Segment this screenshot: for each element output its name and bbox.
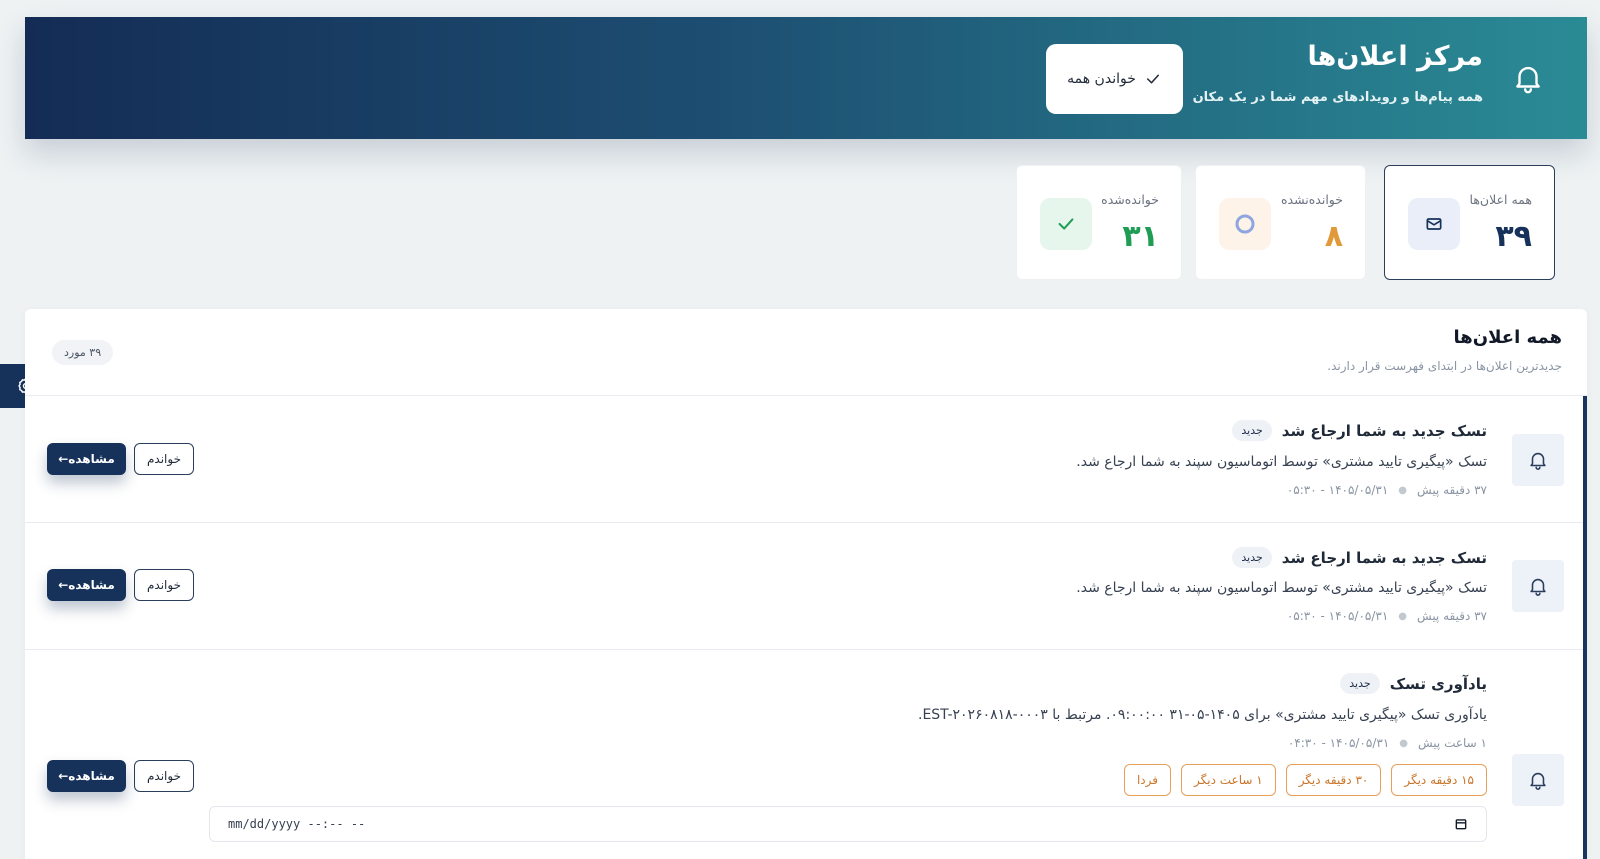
envelope-icon — [1426, 218, 1442, 230]
notification-body: یادآوری تسک «پیگیری تایید مشتری» برای ۱۴… — [918, 707, 1487, 723]
new-badge: جدید — [1340, 673, 1380, 694]
page-subtitle: همه پیام‌ها و رویدادهای مهم شما در یک مک… — [1192, 90, 1483, 105]
notification-body: تسک «پیگیری تایید مشتری» توسط اتوماسیون … — [1076, 580, 1487, 596]
mark-all-read-label: خواندن همه — [1067, 71, 1136, 87]
view-button[interactable]: مشاهده← — [47, 443, 126, 475]
notification-icon-box — [1512, 434, 1564, 486]
mark-read-button[interactable]: خواندم — [134, 569, 194, 601]
new-badge: جدید — [1232, 547, 1272, 568]
notification-title: تسک جدید به شما ارجاع شد — [1281, 421, 1487, 440]
check-icon — [1058, 218, 1074, 230]
notification-datetime: ۱۴۰۵/۰۵/۳۱ - ۰۵:۳۰ — [1286, 609, 1389, 623]
stat-card-all[interactable]: همه اعلان‌ها ۳۹ — [1384, 165, 1555, 280]
snooze-1hour-button[interactable]: ۱ ساعت دیگر — [1181, 764, 1276, 796]
stat-icon-box — [1040, 198, 1092, 250]
meta-separator: ● — [1398, 610, 1408, 622]
view-button[interactable]: مشاهده← — [47, 760, 126, 792]
snooze-tomorrow-button[interactable]: فردا — [1123, 764, 1172, 796]
meta-separator: ● — [1398, 484, 1408, 496]
stat-label: خوانده‌شده — [1101, 192, 1159, 207]
notification-title-row: تسک جدید به شما ارجاع شد جدید — [1232, 547, 1487, 568]
stat-label: خوانده‌نشده — [1281, 192, 1343, 207]
page-title: مرکز اعلان‌ها — [1307, 41, 1483, 72]
mark-read-button[interactable]: خواندم — [134, 443, 194, 475]
notification-meta: ۳۷ دقیقه پیش ● ۱۴۰۵/۰۵/۳۱ - ۰۵:۳۰ — [1287, 609, 1487, 623]
calendar-icon[interactable] — [1454, 817, 1468, 831]
notification-meta: ۱ ساعت پیش ● ۱۴۰۵/۰۵/۳۱ - ۰۴:۳۰ — [1288, 736, 1487, 750]
bell-icon — [1530, 452, 1546, 470]
notifications-panel: همه اعلان‌ها جدیدترین اعلان‌ها در ابتدای… — [25, 309, 1587, 859]
notification-icon-box — [1512, 754, 1564, 806]
snooze-30min-button[interactable]: ۳۰ دقیقه دیگر — [1285, 764, 1382, 796]
bell-icon — [1530, 772, 1546, 790]
stat-value: ۳۱ — [1122, 219, 1159, 254]
notification-list: تسک جدید به شما ارجاع شد جدید تسک «پیگیر… — [25, 395, 1587, 859]
circle-icon — [1235, 214, 1255, 234]
notification-title: یادآوری تسک — [1389, 674, 1487, 693]
check-icon — [1146, 74, 1159, 84]
notification-title-row: یادآوری تسک جدید — [1340, 673, 1487, 694]
notification-title-row: تسک جدید به شما ارجاع شد جدید — [1232, 420, 1487, 441]
snooze-options: ۱۵ دقیقه دیگر ۳۰ دقیقه دیگر ۱ ساعت دیگر … — [1123, 764, 1487, 796]
stat-icon-box — [1408, 198, 1460, 250]
stat-icon-box — [1219, 198, 1271, 250]
notification-title: تسک جدید به شما ارجاع شد — [1281, 548, 1487, 567]
mark-read-button[interactable]: خواندم — [134, 760, 194, 792]
notification-ago: ۳۷ دقیقه پیش — [1417, 609, 1487, 623]
new-badge: جدید — [1232, 420, 1272, 441]
bell-icon — [1516, 66, 1540, 94]
view-button[interactable]: مشاهده← — [47, 569, 126, 601]
notification-item[interactable]: تسک جدید به شما ارجاع شد جدید تسک «پیگیر… — [25, 396, 1583, 523]
stat-card-unread[interactable]: خوانده‌نشده ۸ — [1195, 165, 1366, 280]
datetime-placeholder: mm/dd/yyyy --:-- -- — [228, 817, 366, 831]
notification-ago: ۱ ساعت پیش — [1418, 736, 1487, 750]
bell-icon — [1530, 578, 1546, 596]
panel-subtitle: جدیدترین اعلان‌ها در ابتدای فهرست قرار د… — [1327, 359, 1562, 373]
count-badge: ۳۹ مورد — [52, 340, 114, 365]
snooze-15min-button[interactable]: ۱۵ دقیقه دیگر — [1391, 764, 1487, 796]
stat-value: ۸ — [1324, 219, 1343, 254]
notification-body: تسک «پیگیری تایید مشتری» توسط اتوماسیون … — [1076, 454, 1487, 470]
header-banner: مرکز اعلان‌ها همه پیام‌ها و رویدادهای مه… — [25, 17, 1587, 139]
stat-value: ۳۹ — [1495, 219, 1532, 254]
notification-ago: ۳۷ دقیقه پیش — [1417, 483, 1487, 497]
notification-item[interactable]: تسک جدید به شما ارجاع شد جدید تسک «پیگیر… — [25, 523, 1583, 650]
mark-all-read-button[interactable]: خواندن همه — [1046, 44, 1183, 114]
panel-title: همه اعلان‌ها — [1453, 327, 1562, 348]
stat-label: همه اعلان‌ها — [1469, 192, 1532, 207]
notification-datetime: ۱۴۰۵/۰۵/۳۱ - ۰۴:۳۰ — [1287, 736, 1390, 750]
stat-card-read[interactable]: خوانده‌شده ۳۱ — [1016, 165, 1182, 280]
meta-separator: ● — [1399, 737, 1408, 749]
notification-meta: ۳۷ دقیقه پیش ● ۱۴۰۵/۰۵/۳۱ - ۰۵:۳۰ — [1287, 483, 1487, 497]
list-accent-bar — [1583, 396, 1587, 859]
notification-datetime: ۱۴۰۵/۰۵/۳۱ - ۰۵:۳۰ — [1286, 483, 1389, 497]
notification-item[interactable]: یادآوری تسک جدید یادآوری تسک «پیگیری تای… — [25, 650, 1583, 859]
snooze-datetime-input[interactable]: mm/dd/yyyy --:-- -- — [209, 806, 1487, 842]
notification-icon-box — [1512, 560, 1564, 612]
